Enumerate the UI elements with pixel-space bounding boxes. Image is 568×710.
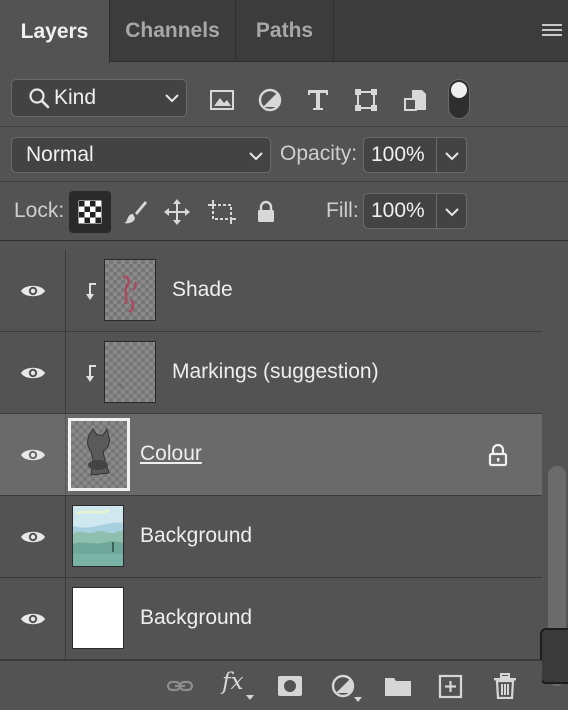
new-layer-icon[interactable] bbox=[437, 673, 465, 699]
opacity-value: 100% bbox=[371, 143, 425, 166]
filter-kind-select[interactable]: Kind bbox=[11, 79, 187, 117]
layer-row-background-image[interactable]: Background bbox=[0, 496, 542, 578]
adjustment-filter-icon[interactable] bbox=[257, 87, 283, 113]
layer-name[interactable]: Colour bbox=[140, 442, 202, 466]
visibility-toggle[interactable] bbox=[0, 496, 66, 577]
layer-name[interactable]: Background bbox=[140, 606, 252, 630]
layer-thumbnail bbox=[72, 505, 124, 567]
trash-icon[interactable] bbox=[491, 673, 519, 699]
fill-label: Fill: bbox=[326, 199, 359, 222]
layer-mask-icon[interactable] bbox=[276, 673, 304, 699]
fill-value: 100% bbox=[371, 199, 425, 222]
chevron-down-icon bbox=[165, 94, 179, 103]
padlock-icon bbox=[258, 200, 274, 222]
eye-icon bbox=[20, 449, 45, 460]
adjustment-dropdown-icon bbox=[354, 697, 362, 702]
layer-filter-row: Kind bbox=[0, 63, 568, 127]
chevron-down-icon[interactable] bbox=[444, 206, 460, 218]
fx-icon[interactable]: fx bbox=[222, 669, 243, 695]
tab-paths[interactable]: Paths bbox=[236, 0, 334, 62]
fx-dropdown-icon bbox=[246, 695, 254, 700]
adjustment-layer-icon[interactable] bbox=[330, 673, 358, 699]
layer-thumbnail bbox=[104, 259, 156, 321]
panel-menu-icon[interactable] bbox=[542, 24, 562, 40]
visibility-toggle[interactable] bbox=[0, 578, 66, 659]
group-folder-icon[interactable] bbox=[384, 673, 412, 699]
layers-list: Shade Markings (suggestion) Colour Backg… bbox=[0, 250, 542, 660]
visibility-toggle[interactable] bbox=[0, 332, 66, 413]
layer-name[interactable]: Background bbox=[140, 524, 252, 548]
blend-mode-select[interactable]: Normal bbox=[11, 137, 271, 173]
eye-icon bbox=[20, 367, 45, 378]
lock-artboard-button[interactable] bbox=[201, 191, 243, 233]
tab-channels[interactable]: Channels bbox=[110, 0, 236, 62]
brush-icon bbox=[124, 201, 147, 224]
filter-toggle[interactable] bbox=[448, 79, 470, 119]
tab-layers[interactable]: Layers bbox=[0, 0, 110, 63]
blend-row: Normal Opacity: 100% bbox=[0, 128, 568, 182]
lock-all-button[interactable] bbox=[245, 191, 287, 233]
lock-row: Lock: Fill: 100% bbox=[0, 183, 568, 241]
artboard-icon bbox=[208, 200, 236, 224]
lock-transparent-pixels-button[interactable] bbox=[69, 191, 111, 233]
layer-lock-icon bbox=[488, 443, 508, 467]
panel-resize-handle[interactable] bbox=[540, 628, 568, 684]
clipping-mask-arrow-icon bbox=[86, 365, 96, 382]
chevron-down-icon[interactable] bbox=[444, 150, 460, 162]
panel-tab-bar: Layers Channels Paths bbox=[0, 0, 568, 63]
shape-filter-icon[interactable] bbox=[353, 87, 379, 113]
layer-row-background-white[interactable]: Background bbox=[0, 578, 542, 660]
layer-row-colour[interactable]: Colour bbox=[0, 414, 542, 496]
layer-row-markings[interactable]: Markings (suggestion) bbox=[0, 332, 542, 414]
layers-bottom-bar: fx bbox=[0, 660, 542, 710]
lock-image-pixels-button[interactable] bbox=[114, 191, 156, 233]
image-filter-icon[interactable] bbox=[209, 87, 235, 113]
layer-thumbnail bbox=[104, 341, 156, 403]
lock-position-button[interactable] bbox=[156, 191, 198, 233]
lock-label: Lock: bbox=[14, 199, 65, 222]
blend-mode-value: Normal bbox=[26, 143, 94, 166]
layer-name[interactable]: Markings (suggestion) bbox=[172, 360, 379, 384]
link-layers-icon[interactable] bbox=[166, 673, 194, 699]
layer-name[interactable]: Shade bbox=[172, 278, 233, 302]
visibility-toggle[interactable] bbox=[0, 414, 66, 495]
visibility-toggle[interactable] bbox=[0, 250, 66, 331]
opacity-field[interactable]: 100% bbox=[363, 137, 467, 173]
lock-transparent-pixels-icon bbox=[78, 200, 102, 224]
eye-icon bbox=[20, 285, 45, 296]
eye-icon bbox=[20, 531, 45, 542]
fill-field[interactable]: 100% bbox=[363, 193, 467, 229]
clipping-mask-arrow-icon bbox=[86, 283, 96, 300]
layer-thumbnail bbox=[72, 587, 124, 649]
type-filter-icon[interactable] bbox=[305, 87, 331, 113]
layer-thumbnail bbox=[68, 418, 130, 491]
layer-row-shade[interactable]: Shade bbox=[0, 250, 542, 332]
move-arrows-icon bbox=[164, 199, 190, 225]
filter-toggle-knob bbox=[451, 82, 467, 98]
eye-icon bbox=[20, 613, 45, 624]
smart-object-filter-icon[interactable] bbox=[402, 87, 428, 113]
chevron-down-icon bbox=[249, 152, 263, 161]
filter-kind-label: Kind bbox=[54, 86, 97, 109]
opacity-label: Opacity: bbox=[280, 142, 358, 165]
layers-panel: Layers Channels Paths Kind Normal Opacit… bbox=[0, 0, 568, 710]
search-icon bbox=[29, 88, 50, 109]
